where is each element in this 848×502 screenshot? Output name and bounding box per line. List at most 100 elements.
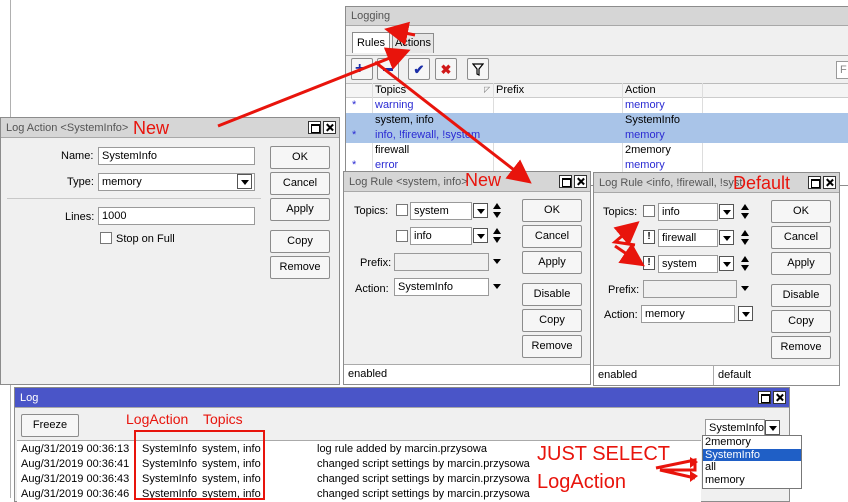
disable-button[interactable]: Disable — [771, 284, 831, 307]
not-checkbox-2[interactable] — [396, 230, 408, 242]
chevron-down-icon[interactable] — [738, 281, 753, 296]
annotation-logaction: LogAction — [126, 411, 189, 427]
logging-titlebar: Logging — [346, 7, 848, 26]
close-icon[interactable] — [323, 121, 336, 134]
chevron-down-icon[interactable] — [490, 254, 505, 269]
ok-button[interactable]: OK — [270, 146, 330, 169]
reorder-icon[interactable] — [740, 255, 750, 273]
row-topics: warning — [375, 99, 414, 111]
not-toggle-2[interactable]: ! — [643, 230, 655, 244]
reorder-icon[interactable] — [492, 202, 502, 220]
grid-header — [346, 83, 848, 98]
status-bar: enabled — [344, 364, 590, 384]
action-label: Action: — [355, 283, 389, 295]
prefix-field[interactable] — [394, 253, 489, 271]
dropdown-option[interactable]: memory — [703, 474, 801, 487]
column-action[interactable]: Action — [625, 84, 656, 96]
not-toggle-3[interactable]: ! — [643, 256, 655, 270]
apply-button[interactable]: Apply — [270, 198, 330, 221]
chevron-down-icon[interactable] — [765, 420, 780, 435]
copy-button[interactable]: Copy — [270, 230, 330, 253]
close-icon[interactable] — [773, 391, 786, 404]
topic-select-1[interactable]: info — [658, 203, 718, 221]
table-row[interactable]: system, info SystemInfo — [346, 113, 848, 128]
copy-button[interactable]: Copy — [771, 310, 831, 333]
not-checkbox-1[interactable] — [396, 204, 408, 216]
annotation-topics: Topics — [203, 411, 243, 427]
disable-button[interactable]: ✖ — [435, 58, 457, 80]
column-prefix[interactable]: Prefix — [496, 84, 524, 96]
action-label: Action: — [604, 309, 638, 321]
freeze-button[interactable]: Freeze — [21, 414, 79, 437]
log-time: Aug/31/2019 00:36:46 — [21, 488, 130, 500]
maximize-icon[interactable] — [308, 121, 321, 134]
reorder-icon[interactable] — [492, 227, 502, 245]
type-select[interactable]: memory — [98, 173, 255, 191]
maximize-icon[interactable] — [559, 175, 572, 188]
row-topics: info, !firewall, !system — [375, 129, 481, 141]
stop-on-full-checkbox[interactable] — [100, 232, 112, 244]
filter-button[interactable] — [467, 58, 489, 80]
dropdown-option-selected[interactable]: SystemInfo — [703, 448, 801, 461]
row-topics: firewall — [375, 144, 410, 156]
chevron-down-icon[interactable] — [738, 306, 753, 321]
remove-rule-button[interactable] — [377, 58, 399, 80]
remove-button[interactable]: Remove — [270, 256, 330, 279]
cancel-button[interactable]: Cancel — [771, 226, 831, 249]
cancel-button[interactable]: Cancel — [270, 172, 330, 195]
maximize-icon[interactable] — [758, 391, 771, 404]
copy-button[interactable]: Copy — [522, 309, 582, 332]
enable-button[interactable]: ✔ — [408, 58, 430, 80]
log-rule-1-title: Log Rule <system, info> — [349, 175, 468, 188]
ok-button[interactable]: OK — [522, 199, 582, 222]
chevron-down-icon[interactable] — [719, 204, 734, 219]
sort-icon: ◸ — [484, 85, 491, 94]
chevron-down-icon[interactable] — [719, 256, 734, 271]
tab-actions[interactable]: Actions — [392, 33, 434, 53]
table-row[interactable]: firewall 2memory — [346, 143, 848, 158]
apply-button[interactable]: Apply — [771, 252, 831, 275]
topic-select-2[interactable]: info — [410, 227, 472, 245]
cancel-button[interactable]: Cancel — [522, 225, 582, 248]
chevron-down-icon[interactable] — [473, 228, 488, 243]
reorder-icon[interactable] — [740, 203, 750, 221]
tab-rules[interactable]: Rules — [352, 32, 390, 53]
log-message: log rule added by marcin.przysowa — [317, 443, 487, 455]
dropdown-option[interactable]: all — [703, 461, 801, 474]
prefix-label: Prefix: — [608, 284, 640, 296]
table-row[interactable]: * warning memory — [346, 98, 848, 113]
log-time: Aug/31/2019 00:36:41 — [21, 458, 130, 470]
apply-button[interactable]: Apply — [522, 251, 582, 274]
close-icon[interactable] — [574, 175, 587, 188]
ok-button[interactable]: OK — [771, 200, 831, 223]
action-select[interactable]: SystemInfo — [394, 278, 489, 296]
close-icon[interactable] — [823, 176, 836, 189]
search-input[interactable]: F — [836, 61, 848, 79]
chevron-down-icon[interactable] — [473, 203, 488, 218]
name-field[interactable]: SystemInfo — [98, 147, 255, 165]
table-row[interactable]: * info, !firewall, !system memory — [346, 128, 848, 143]
chevron-down-icon[interactable] — [719, 230, 734, 245]
topic-select-3[interactable]: system — [658, 255, 718, 273]
log-message: changed script settings by marcin.przyso… — [317, 458, 530, 470]
maximize-icon[interactable] — [808, 176, 821, 189]
chevron-down-icon[interactable] — [490, 279, 505, 294]
not-checkbox-1[interactable] — [643, 205, 655, 217]
dropdown-option[interactable]: 2memory — [703, 436, 801, 449]
action-select[interactable]: memory — [641, 305, 735, 323]
annotation-default: Default — [733, 173, 791, 193]
log-message: changed script settings by marcin.przyso… — [317, 473, 530, 485]
log-action-titlebar: Log Action <SystemInfo> — [1, 118, 339, 138]
column-topics[interactable]: Topics — [375, 84, 406, 96]
disable-button[interactable]: Disable — [522, 283, 582, 306]
reorder-icon[interactable] — [740, 229, 750, 247]
topic-select-1[interactable]: system — [410, 202, 472, 220]
row-mark: * — [352, 99, 357, 111]
prefix-field[interactable] — [643, 280, 737, 298]
remove-button[interactable]: Remove — [522, 335, 582, 358]
remove-button[interactable]: Remove — [771, 336, 831, 359]
chevron-down-icon[interactable] — [237, 174, 252, 189]
add-button[interactable]: + — [351, 58, 373, 80]
lines-field[interactable]: 1000 — [98, 207, 255, 225]
topic-select-2[interactable]: firewall — [658, 229, 718, 247]
